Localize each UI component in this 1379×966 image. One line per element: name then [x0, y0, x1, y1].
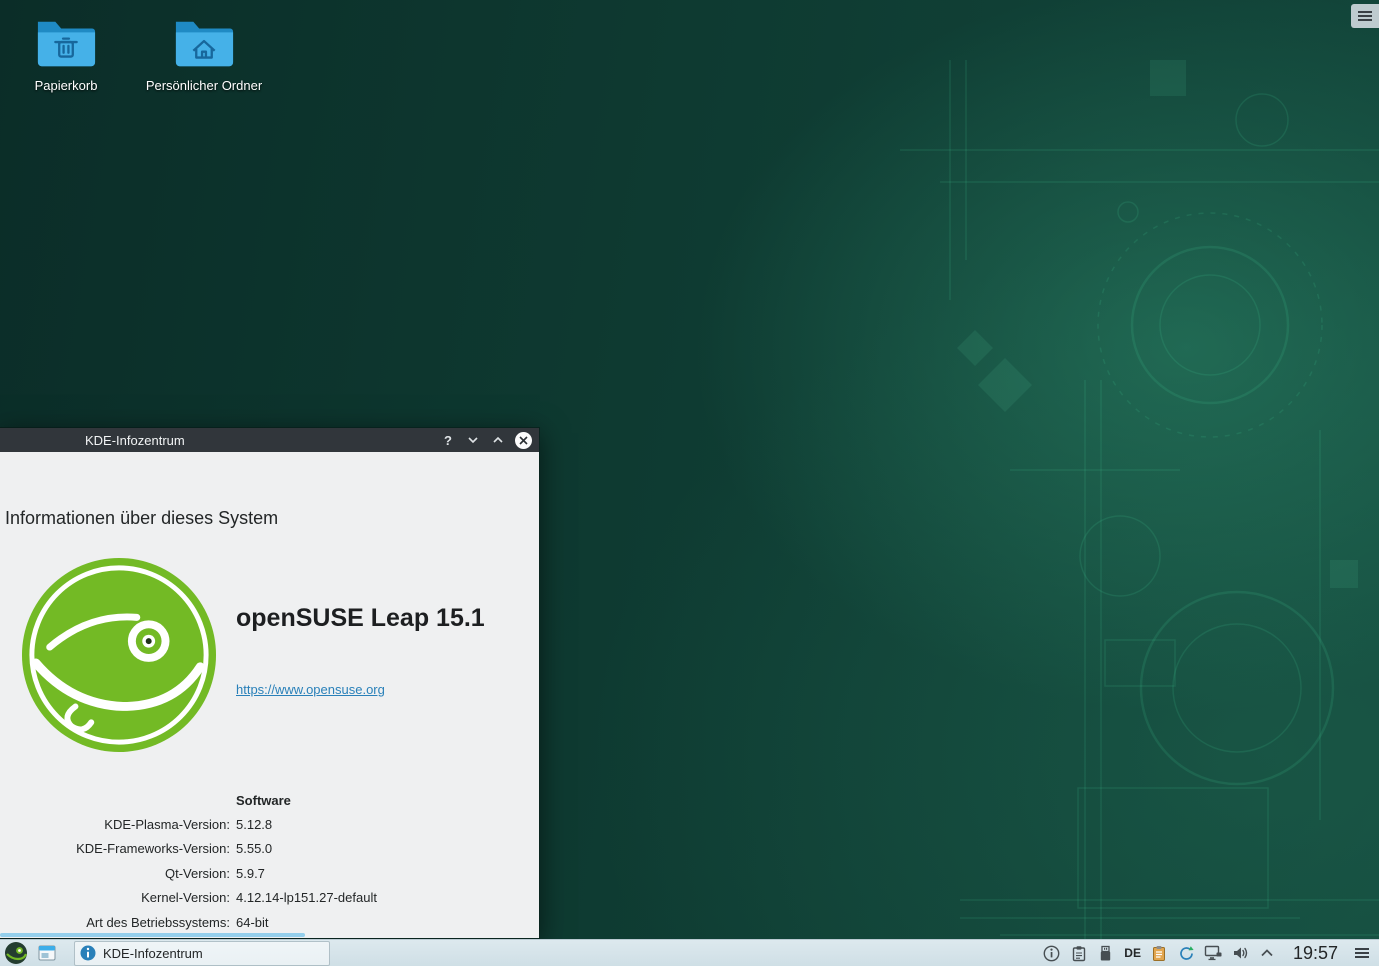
desktop-icon-area: Papierkorb Persönlicher Ordner	[6, 8, 264, 93]
window-title: KDE-Infozentrum	[85, 433, 185, 448]
taskbar-panel: KDE-Infozentrum DE 19:57	[0, 939, 1379, 966]
software-updates-icon[interactable]	[1177, 944, 1196, 963]
opensuse-logo	[20, 556, 218, 754]
close-button[interactable]	[514, 431, 532, 449]
desktop-icon-label: Papierkorb	[35, 78, 98, 93]
minimize-button[interactable]	[464, 431, 482, 449]
desktop-icon-trash[interactable]: Papierkorb	[6, 8, 126, 93]
network-icon[interactable]	[1204, 944, 1223, 963]
hamburger-icon	[1355, 946, 1369, 960]
notes-icon[interactable]	[1150, 944, 1169, 963]
info-value: 5.9.7	[230, 866, 539, 881]
info-icon	[80, 945, 96, 961]
task-label: KDE-Infozentrum	[103, 946, 203, 961]
trash-folder-icon	[35, 12, 97, 74]
tray-expander-button[interactable]	[1258, 944, 1277, 963]
chevron-up-icon	[1260, 948, 1274, 958]
software-info-table: Software KDE-Plasma-Version: 5.12.8 KDE-…	[0, 788, 539, 934]
info-value: 5.12.8	[230, 817, 539, 832]
horizontal-scrollbar[interactable]	[0, 932, 539, 938]
scrollbar-thumb[interactable]	[0, 933, 305, 937]
desktop-icon-home[interactable]: Persönlicher Ordner	[144, 8, 264, 93]
section-title: Software	[230, 793, 539, 808]
info-label: Kernel-Version:	[0, 890, 230, 905]
taskbar-pinned-icon[interactable]	[37, 943, 57, 963]
website-link[interactable]: https://www.opensuse.org	[236, 682, 385, 697]
hamburger-icon	[1358, 9, 1372, 23]
volume-icon[interactable]	[1231, 944, 1250, 963]
info-value: 5.55.0	[230, 841, 539, 856]
chevron-up-icon	[491, 433, 505, 447]
close-icon	[515, 432, 532, 449]
info-label: KDE-Frameworks-Version:	[0, 841, 230, 856]
clock[interactable]: 19:57	[1293, 943, 1338, 964]
info-label: Art des Betriebssystems:	[0, 915, 230, 930]
home-folder-icon	[173, 12, 235, 74]
window-content: Informationen über dieses System openSUS…	[0, 452, 539, 938]
info-label: Qt-Version:	[0, 866, 230, 881]
product-name: openSUSE Leap 15.1	[236, 604, 485, 633]
panel-toolbox-button[interactable]	[1352, 946, 1372, 960]
clipboard-icon[interactable]	[1069, 944, 1088, 963]
page-title: Informationen über dieses System	[5, 508, 278, 529]
taskbar-task-kde-infozentrum[interactable]: KDE-Infozentrum	[74, 941, 330, 966]
info-value: 64-bit	[230, 915, 539, 930]
info-label: KDE-Plasma-Version:	[0, 817, 230, 832]
desktop-icon-label: Persönlicher Ordner	[146, 78, 262, 93]
help-button[interactable]: ?	[439, 431, 457, 449]
application-launcher-button[interactable]	[4, 941, 28, 965]
desktop-toolbox-button[interactable]	[1351, 4, 1379, 28]
window-titlebar[interactable]: KDE-Infozentrum ?	[0, 428, 539, 452]
status-info-icon[interactable]	[1042, 944, 1061, 963]
keyboard-layout-indicator[interactable]: DE	[1123, 946, 1142, 960]
device-notifier-icon[interactable]	[1096, 944, 1115, 963]
kde-infozentrum-window: KDE-Infozentrum ? Informationen über die…	[0, 427, 540, 939]
maximize-button[interactable]	[489, 431, 507, 449]
chevron-down-icon	[466, 433, 480, 447]
info-value: 4.12.14-lp151.27-default	[230, 890, 539, 905]
system-tray: DE 19:57	[1042, 943, 1376, 964]
